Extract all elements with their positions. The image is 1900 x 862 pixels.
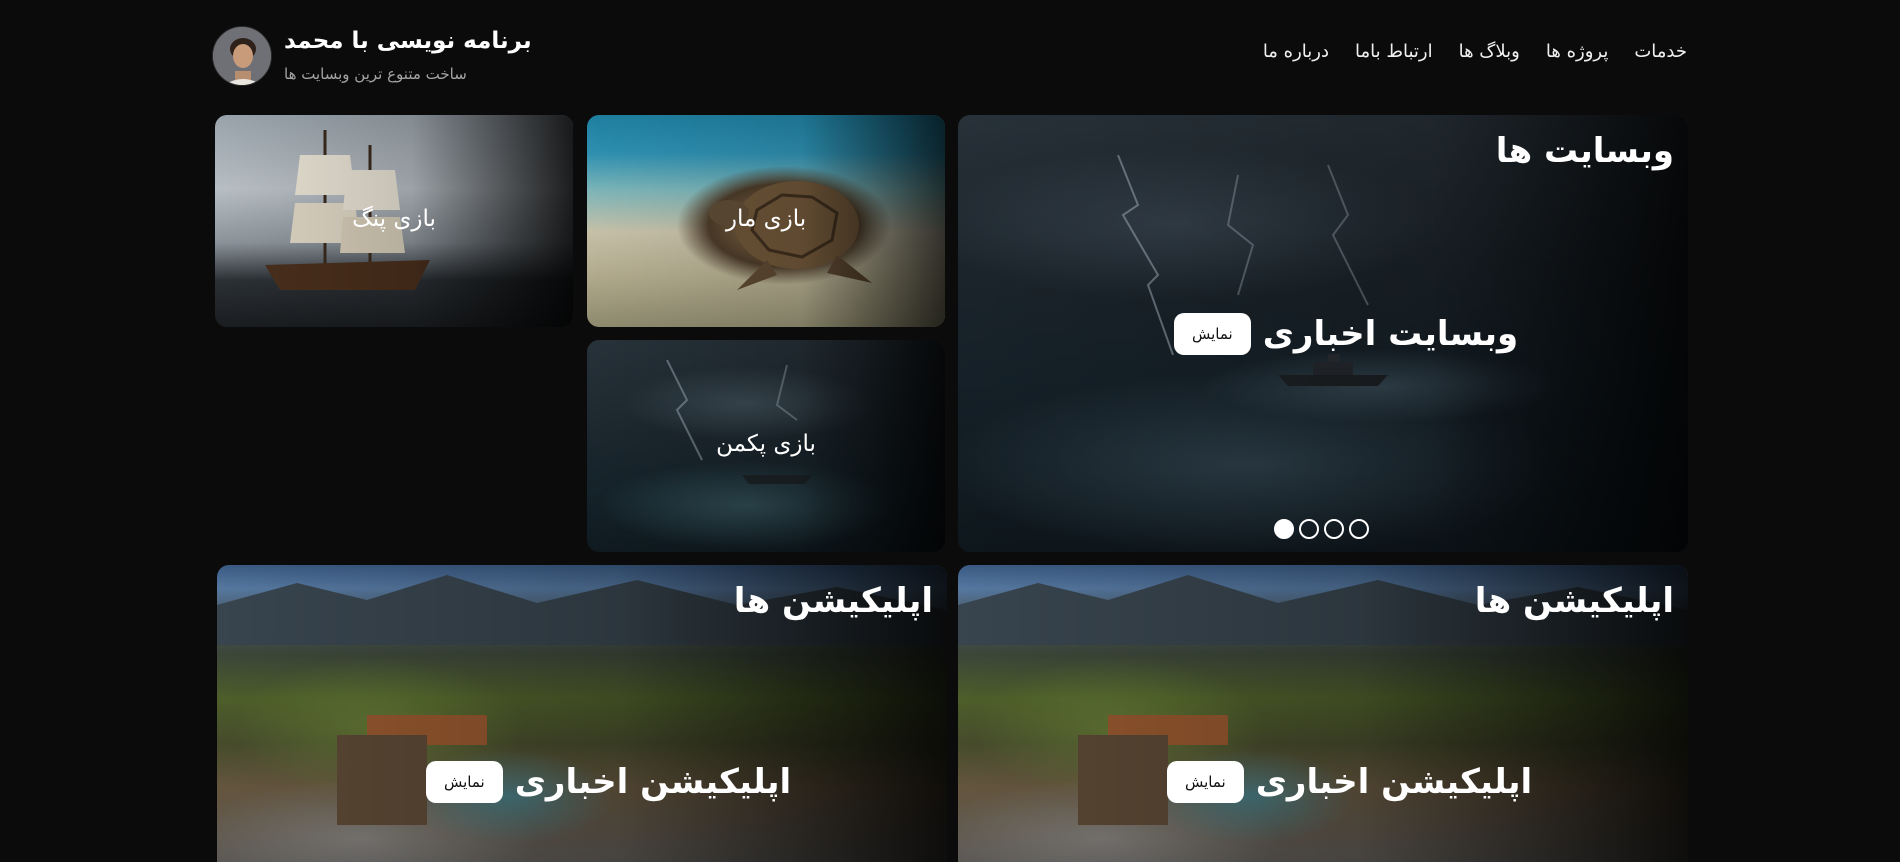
slider-dot-2[interactable] (1299, 519, 1319, 539)
hero-heading: وبسایت ها (1495, 131, 1674, 171)
nav-item-projects[interactable]: پروژه ها (1546, 38, 1608, 66)
brand-text: برنامه نویسی با محمد ساخت متنوع ترین وبس… (284, 26, 532, 86)
slider-dot-3[interactable] (1324, 519, 1344, 539)
hero-slider[interactable]: وبسایت ها نمایش وبسایت اخباری (958, 115, 1688, 552)
apps-show-button-left[interactable]: نمایش (426, 761, 503, 803)
avatar (212, 26, 272, 86)
apps-show-button-right[interactable]: نمایش (1167, 761, 1244, 803)
nav-item-services[interactable]: خدمات (1634, 38, 1687, 66)
site-header: برنامه نویسی با محمد ساخت متنوع ترین وبس… (0, 0, 1900, 110)
game-label-pong: بازی پنگ (352, 206, 436, 232)
apps-card-left[interactable]: اپلیکیشن ها نمایش اپلیکیشن اخباری (217, 565, 947, 862)
game-card-snake[interactable]: بازی مار (587, 115, 945, 327)
brand[interactable]: برنامه نویسی با محمد ساخت متنوع ترین وبس… (212, 24, 532, 88)
brand-subtitle: ساخت متنوع ترین وبسایت ها (284, 65, 467, 83)
apps-heading-left: اپلیکیشن ها (733, 581, 933, 621)
apps-card-right[interactable]: اپلیکیشن ها نمایش اپلیکیشن اخباری (958, 565, 1688, 862)
nav-item-about[interactable]: درباره ما (1263, 38, 1329, 66)
slider-dot-4[interactable] (1349, 519, 1369, 539)
apps-feature-row-right: نمایش اپلیکیشن اخباری (1167, 760, 1532, 804)
game-label-pacman: بازی پکمن (716, 431, 816, 457)
apps-feature-row-left: نمایش اپلیکیشن اخباری (426, 760, 791, 804)
apps-feature-title-right: اپلیکیشن اخباری (1255, 762, 1533, 802)
slider-dot-1[interactable] (1274, 519, 1294, 539)
slider-dots (1274, 519, 1369, 539)
game-label-snake: بازی مار (725, 206, 807, 232)
apps-heading-right: اپلیکیشن ها (1474, 581, 1674, 621)
avatar-portrait-icon (213, 27, 271, 85)
game-card-pacman[interactable]: بازی پکمن (587, 340, 945, 552)
brand-title: برنامه نویسی با محمد (284, 28, 532, 54)
nav-item-blogs[interactable]: وبلاگ ها (1459, 38, 1520, 66)
game-card-pong[interactable]: بازی پنگ (215, 115, 573, 327)
hero-feature-row: نمایش وبسایت اخباری (1174, 312, 1518, 356)
hero-show-button[interactable]: نمایش (1174, 313, 1251, 355)
main-nav: درباره ما ارتباط باما وبلاگ ها پروژه ها … (1263, 38, 1687, 66)
nav-item-contact[interactable]: ارتباط باما (1355, 38, 1433, 66)
hero-feature-title: وبسایت اخباری (1262, 314, 1519, 354)
apps-feature-title-left: اپلیکیشن اخباری (514, 762, 792, 802)
